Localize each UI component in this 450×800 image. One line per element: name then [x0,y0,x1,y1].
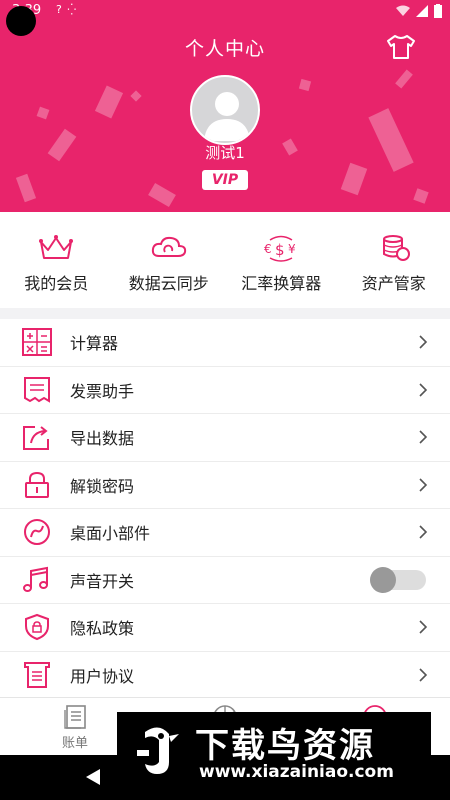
chevron-right-icon [419,620,428,634]
vip-badge[interactable]: VIP [202,170,248,190]
chevron-right-icon [419,430,428,444]
watermark-banner: 下载鸟资源 www.xiazainiao.com [117,712,431,790]
quick-actions: 我的会员 数据云同步 € $ ¥ 汇率换算器 资产管家 [0,212,450,308]
chevron-right-icon [419,667,428,682]
music-note-icon [23,566,48,592]
menu-item-label: 桌面小部件 [70,524,151,544]
svg-text:$: $ [275,241,285,259]
menu-item-sound: 声音开关 [0,557,450,604]
menu-item-label: 用户协议 [70,666,135,686]
watermark-url: www.xiazainiao.com [199,762,394,782]
menu-item-user-agreement[interactable]: 用户协议 [0,652,450,699]
chevron-right-icon [419,335,428,349]
lock-icon [25,471,49,498]
profile-header: 个人中心 测试1 VIP [0,0,450,212]
quick-item-label: 资产管家 [361,274,426,293]
page-title: 个人中心 [184,38,265,60]
sound-toggle[interactable] [370,566,426,593]
confetti-decoration [148,182,176,208]
menu-item-label: 声音开关 [70,571,135,591]
export-icon [23,426,49,451]
cell-signal-icon [416,5,428,17]
menu-item-invoice[interactable]: 发票助手 [0,367,450,414]
widget-icon [24,519,50,546]
menu-item-privacy[interactable]: 隐私政策 [0,604,450,652]
currency-exchange-icon: € $ ¥ [264,235,296,262]
quick-item-label: 我的会员 [24,274,89,293]
quick-item-label: 汇率换算器 [241,274,322,293]
status-signal: ? ⁛ [56,3,78,16]
confetti-decoration [340,162,368,196]
receipt-icon [24,376,50,403]
confetti-decoration [413,188,429,204]
status-right [396,4,442,18]
watermark-brand: 下载鸟资源 [195,726,375,766]
menu-item-calculator[interactable]: 计算器 [0,319,450,367]
chevron-right-icon [419,382,428,397]
quick-item-membership[interactable]: 我的会员 [0,212,113,308]
cloud-sync-icon [151,236,186,257]
camera-cutout [6,6,36,36]
menu-item-label: 解锁密码 [70,476,135,496]
menu-item-export[interactable]: 导出数据 [0,414,450,462]
avatar[interactable] [190,75,260,145]
confetti-decoration [130,90,142,102]
confetti-decoration [395,69,413,89]
battery-icon [434,4,442,18]
bill-icon [64,705,86,729]
menu-item-label: 发票助手 [70,381,135,401]
theme-shirt-icon[interactable] [386,34,416,60]
tab-label: 账单 [61,736,88,751]
menu-item-label: 计算器 [70,334,119,354]
quick-item-cloud-sync[interactable]: 数据云同步 [113,212,226,308]
quick-item-assets[interactable]: 资产管家 [338,212,450,308]
coins-icon [382,235,410,261]
crown-icon [39,235,74,259]
agreement-icon [24,661,50,688]
svg-text:€: € [264,242,272,256]
menu-item-unlock-password[interactable]: 解锁密码 [0,462,450,509]
confetti-decoration [15,173,37,203]
menu-item-widget[interactable]: 桌面小部件 [0,509,450,557]
menu-item-label: 隐私政策 [70,619,135,639]
confetti-decoration [94,85,124,119]
menu-item-label: 导出数据 [70,429,135,449]
status-bar: 3:39 ? ⁛ [0,0,450,24]
shield-icon [25,614,49,641]
confetti-decoration [298,78,312,92]
chevron-right-icon [419,525,428,539]
quick-item-label: 数据云同步 [128,274,209,293]
svg-text:¥: ¥ [288,242,296,256]
chevron-right-icon [419,477,428,492]
default-avatar-icon [204,92,250,141]
bird-logo-icon [137,727,179,774]
toggle-knob [370,566,396,593]
tab-bill[interactable]: 账单 [45,704,105,751]
confetti-decoration [36,106,50,120]
wifi-icon [396,5,410,16]
username: 测试1 [205,144,245,162]
calculator-icon [22,328,52,357]
back-triangle-icon[interactable] [84,767,102,787]
settings-menu: 计算器 发票助手 导出数据 解锁密码 桌面小部件 声音开关 隐私政策 用户协议 [0,319,450,699]
quick-item-currency[interactable]: € $ ¥ 汇率换算器 [225,212,338,308]
